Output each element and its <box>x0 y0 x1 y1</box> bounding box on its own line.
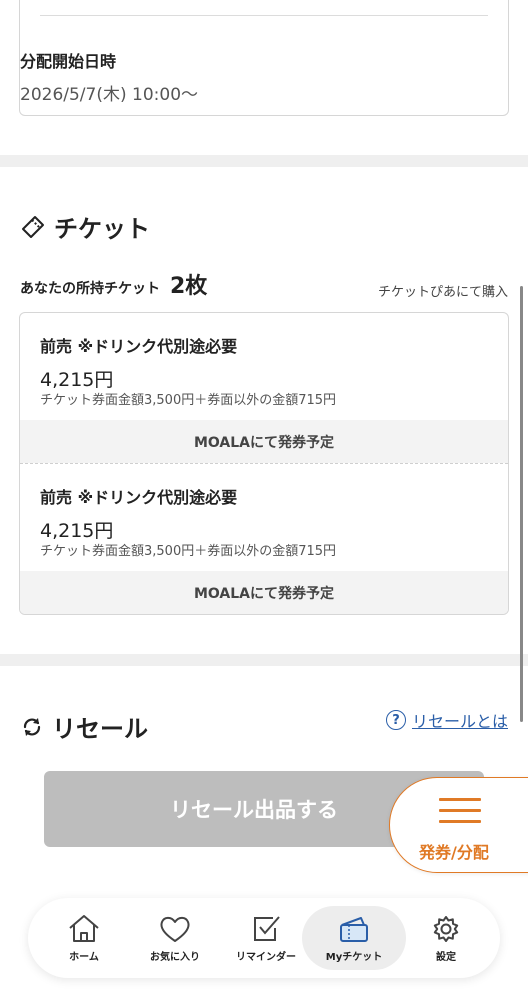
checkbox-icon <box>254 916 280 941</box>
ticket-price: 4,215円 <box>40 369 114 391</box>
resale-help-link[interactable]: ? リセールとは <box>385 708 508 732</box>
nav-label-my-ticket: Myチケット <box>325 952 383 963</box>
scrollbar[interactable] <box>520 286 523 722</box>
menu-lines-icon <box>439 798 481 831</box>
ticket-status: MOALAにて発券予定 <box>20 420 508 463</box>
owned-count: 2枚 <box>170 274 208 299</box>
distribution-value: 2026/5/7(木) 10:00〜 <box>20 85 199 105</box>
distribution-label: 分配開始日時 <box>20 52 117 71</box>
section-divider <box>0 155 528 167</box>
bottom-nav: ホーム お気に入り リマインダー Myチケット 設定 <box>28 898 500 978</box>
nav-item-reminder[interactable]: リマインダー <box>218 906 314 970</box>
ticket-section-title: チケット <box>20 209 150 244</box>
ticket-name: 前売 ※ドリンク代別途必要 <box>40 488 238 507</box>
ticket-item[interactable]: 前売 ※ドリンク代別途必要 4,215円 チケット券面金額3,500円＋券面以外… <box>20 313 508 464</box>
ticket-detail: チケット券面金額3,500円＋券面以外の金額715円 <box>40 544 337 559</box>
resale-section-label: リセール <box>52 715 148 743</box>
ticket-tag-icon <box>22 215 44 238</box>
ticket-section-label: チケット <box>54 215 150 243</box>
nav-item-home[interactable]: ホーム <box>36 906 132 970</box>
nav-item-my-ticket[interactable]: Myチケット <box>302 906 406 970</box>
ticket-status: MOALAにて発券予定 <box>20 571 508 614</box>
ticket-price: 4,215円 <box>40 520 114 542</box>
divider <box>40 15 488 16</box>
nav-item-settings[interactable]: 設定 <box>398 906 494 970</box>
section-divider <box>0 654 528 666</box>
nav-item-favorites[interactable]: お気に入り <box>127 906 223 970</box>
refresh-icon <box>23 717 41 736</box>
nav-label-favorites: お気に入り <box>150 952 200 963</box>
buy-link[interactable]: チケットぴあにて購入 <box>378 281 508 300</box>
ticket-name: 前売 ※ドリンク代別途必要 <box>40 337 238 356</box>
ticket-list: 前売 ※ドリンク代別途必要 4,215円 チケット券面金額3,500円＋券面以外… <box>19 312 509 615</box>
ticket-icon <box>340 917 368 942</box>
nav-label-home: ホーム <box>69 952 99 963</box>
heart-icon <box>160 916 190 942</box>
nav-label-settings: 設定 <box>436 952 456 963</box>
issue-distribute-button[interactable]: 発券/分配 <box>389 777 528 873</box>
resale-help-text: リセールとは <box>411 712 508 731</box>
gear-icon <box>433 916 459 942</box>
owned-label: あなたの所持チケット <box>20 281 160 297</box>
resale-section-title: リセール <box>20 709 148 744</box>
owned-tickets: あなたの所持チケット 2枚 <box>20 268 207 300</box>
issue-distribute-label: 発券/分配 <box>419 843 489 862</box>
question-icon: ? <box>385 710 406 730</box>
ticket-detail: チケット券面金額3,500円＋券面以外の金額715円 <box>40 393 337 408</box>
home-icon <box>69 915 99 942</box>
ticket-item[interactable]: 前売 ※ドリンク代別途必要 4,215円 チケット券面金額3,500円＋券面以外… <box>20 464 508 614</box>
nav-label-reminder: リマインダー <box>236 952 296 963</box>
